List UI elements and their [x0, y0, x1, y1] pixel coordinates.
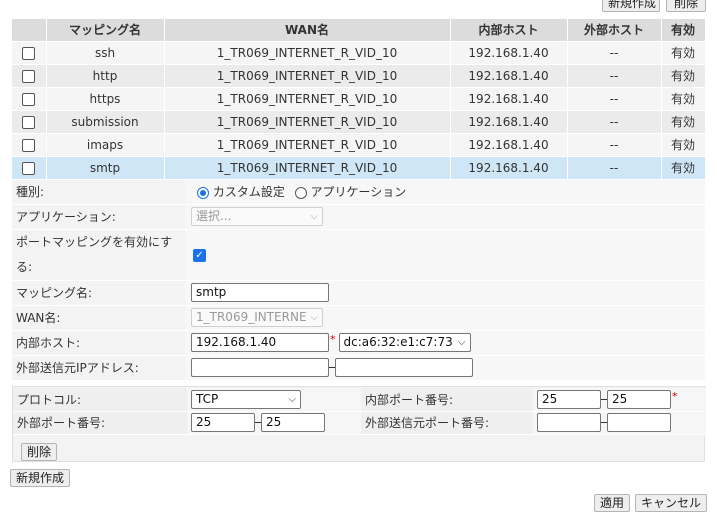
- enable-mapping-label: ポートマッピングを有効にす: [16, 234, 173, 249]
- internal-host-label: 内部ホスト:: [12, 330, 185, 356]
- new-mapping-button[interactable]: 新規作成: [602, 0, 660, 12]
- mapping-name-input[interactable]: smtp: [191, 283, 329, 302]
- cell-enabled: 有効: [661, 64, 706, 88]
- protocol-select-value: TCP: [196, 391, 219, 406]
- row-checkbox[interactable]: [22, 161, 36, 175]
- cell-internal-host: 192.168.1.40: [450, 110, 568, 134]
- required-marker: *: [672, 389, 678, 403]
- cell-external-host: --: [567, 110, 662, 134]
- table-row[interactable]: https 1_TR069_INTERNET_R_VID_10 192.168.…: [12, 87, 706, 111]
- cell-internal-host: 192.168.1.40: [450, 87, 568, 111]
- mapping-table: マッピング名 WAN名 内部ホスト 外部ホスト 有効 ssh 1_TR069_I…: [12, 19, 706, 180]
- table-row-selected[interactable]: smtp 1_TR069_INTERNET_R_VID_10 192.168.1…: [12, 156, 706, 180]
- external-src-port-label: 外部送信元ポート番号:: [361, 411, 533, 435]
- cell-mapping-name: ssh: [46, 41, 165, 65]
- delete-protocol-button[interactable]: 削除: [21, 443, 58, 461]
- wan-name-select-value: 1_TR069_INTERNE: [196, 310, 307, 324]
- application-label: アプリケーション:: [12, 204, 185, 230]
- header-external-host: 外部ホスト: [567, 19, 662, 42]
- cell-external-host: --: [567, 133, 662, 157]
- internal-port-start-input[interactable]: 25: [537, 389, 601, 409]
- cell-external-host: --: [567, 64, 662, 88]
- table-row[interactable]: http 1_TR069_INTERNET_R_VID_10 192.168.1…: [12, 64, 706, 88]
- cell-wan-name: 1_TR069_INTERNET_R_VID_10: [164, 110, 451, 134]
- type-label: 種別:: [12, 180, 185, 205]
- external-src-ip-end-input[interactable]: [335, 358, 473, 377]
- cell-internal-host: 192.168.1.40: [450, 41, 568, 65]
- cell-internal-host: 192.168.1.40: [450, 156, 568, 180]
- internal-host-mac-value: dc:a6:32:e1:c7:73: [343, 335, 453, 349]
- external-src-port-end-input[interactable]: [607, 413, 671, 432]
- external-port-label: 外部ポート番号:: [13, 411, 187, 435]
- table-row[interactable]: submission 1_TR069_INTERNET_R_VID_10 192…: [12, 110, 706, 134]
- cell-enabled: 有効: [661, 110, 706, 134]
- row-checkbox[interactable]: [22, 92, 36, 106]
- type-application-radio[interactable]: [294, 186, 307, 199]
- mapping-detail-form: 種別: カスタム設定 アプリケーション アプリケーション: 選択... ⌵ ポー…: [12, 180, 705, 381]
- cancel-button[interactable]: キャンセル: [635, 494, 708, 512]
- type-custom-label: カスタム設定: [212, 185, 285, 200]
- cell-wan-name: 1_TR069_INTERNET_R_VID_10: [164, 87, 451, 111]
- row-checkbox[interactable]: [22, 115, 36, 129]
- chevron-down-icon: ⌵: [457, 337, 466, 348]
- external-src-ip-label: 外部送信元IPアドレス:: [12, 355, 185, 381]
- delete-mapping-button[interactable]: 削除: [666, 0, 706, 12]
- cell-mapping-name: http: [46, 64, 165, 88]
- cell-wan-name: 1_TR069_INTERNET_R_VID_10: [164, 64, 451, 88]
- external-src-ip-start-input[interactable]: [191, 358, 329, 377]
- apply-button[interactable]: 適用: [594, 494, 631, 512]
- cell-mapping-name: submission: [46, 110, 165, 134]
- type-application-label: アプリケーション: [310, 185, 407, 200]
- new-protocol-button[interactable]: 新規作成: [10, 469, 71, 487]
- cell-external-host: --: [567, 87, 662, 111]
- application-select[interactable]: 選択... ⌵: [191, 207, 323, 226]
- table-row[interactable]: imaps 1_TR069_INTERNET_R_VID_10 192.168.…: [12, 133, 706, 157]
- enable-mapping-checkbox[interactable]: ✓: [193, 249, 206, 262]
- protocol-select[interactable]: TCP ⌵: [191, 389, 301, 409]
- cell-wan-name: 1_TR069_INTERNET_R_VID_10: [164, 41, 451, 65]
- cell-mapping-name: https: [46, 87, 165, 111]
- table-row[interactable]: ssh 1_TR069_INTERNET_R_VID_10 192.168.1.…: [12, 41, 706, 65]
- external-port-start-input[interactable]: 25: [191, 413, 255, 432]
- cell-enabled: 有効: [661, 41, 706, 65]
- row-checkbox[interactable]: [22, 69, 36, 83]
- chevron-down-icon: ⌵: [310, 312, 318, 323]
- enable-mapping-label-cont: る:: [16, 259, 33, 274]
- internal-port-end-input[interactable]: 25: [607, 389, 671, 409]
- cell-enabled: 有効: [661, 133, 706, 157]
- table-header-row: マッピング名 WAN名 内部ホスト 外部ホスト 有効: [12, 19, 706, 42]
- wan-name-label: WAN名:: [12, 305, 185, 331]
- header-enabled: 有効: [661, 19, 706, 42]
- cell-mapping-name: imaps: [46, 133, 165, 157]
- cell-wan-name: 1_TR069_INTERNET_R_VID_10: [164, 156, 451, 180]
- protocol-panel: プロトコル: TCP ⌵ 内部ポート番号: 25 25 * 外部ポート番号: 25 2…: [12, 386, 706, 462]
- external-src-port-start-input[interactable]: [537, 413, 601, 432]
- mapping-name-label: マッピング名:: [12, 280, 185, 306]
- external-port-end-input[interactable]: 25: [261, 413, 325, 432]
- header-wan-name: WAN名: [164, 19, 451, 42]
- protocol-label: プロトコル:: [13, 388, 187, 412]
- internal-port-label: 内部ポート番号:: [361, 388, 533, 412]
- row-checkbox[interactable]: [22, 46, 36, 60]
- header-mapping-name: マッピング名: [46, 19, 165, 42]
- cell-external-host: --: [567, 41, 662, 65]
- chevron-down-icon: ⌵: [310, 211, 318, 222]
- cell-enabled: 有効: [661, 156, 706, 180]
- header-internal-host: 内部ホスト: [450, 19, 568, 42]
- internal-host-mac-select[interactable]: dc:a6:32:e1:c7:73 ⌵: [338, 333, 471, 352]
- cell-external-host: --: [567, 156, 662, 180]
- type-custom-radio[interactable]: [197, 186, 209, 199]
- cell-internal-host: 192.168.1.40: [450, 133, 568, 157]
- cell-enabled: 有効: [661, 87, 706, 111]
- application-select-value: 選択...: [196, 209, 232, 223]
- chevron-down-icon: ⌵: [288, 393, 296, 405]
- required-marker: *: [330, 333, 336, 346]
- cell-internal-host: 192.168.1.40: [450, 64, 568, 88]
- header-select: [12, 19, 47, 42]
- cell-mapping-name: smtp: [46, 156, 165, 180]
- wan-name-select[interactable]: 1_TR069_INTERNE ⌵: [191, 308, 323, 327]
- cell-wan-name: 1_TR069_INTERNET_R_VID_10: [164, 133, 451, 157]
- row-checkbox[interactable]: [22, 138, 36, 152]
- internal-host-input[interactable]: 192.168.1.40: [191, 333, 329, 352]
